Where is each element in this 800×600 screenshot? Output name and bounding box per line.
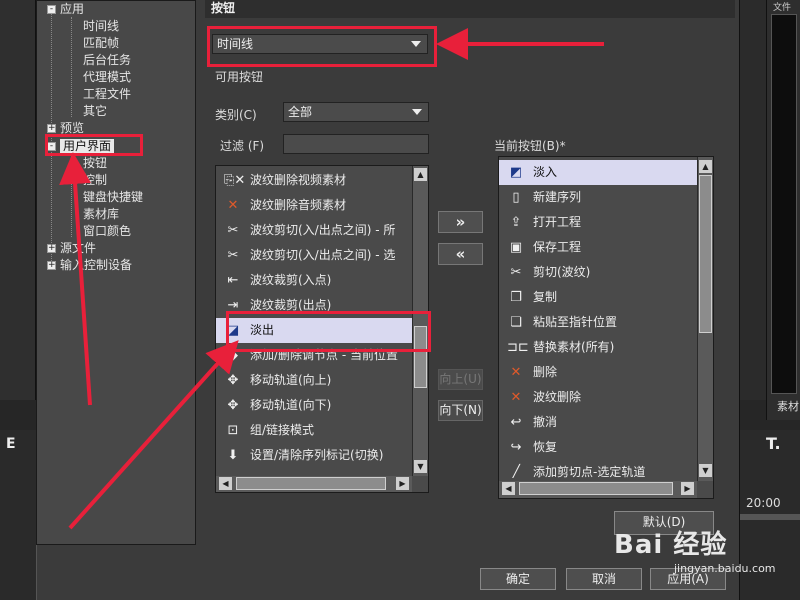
baidu-watermark: Bai 经验 jingyan.baidu.com — [614, 524, 776, 575]
arrow-to-fade-out — [68, 340, 239, 530]
watermark-url: jingyan.baidu.com — [674, 562, 776, 575]
arrow-to-user-interface — [59, 152, 92, 406]
annotation-arrows — [59, 28, 604, 530]
watermark-brand: Bai 经验 — [614, 530, 728, 560]
